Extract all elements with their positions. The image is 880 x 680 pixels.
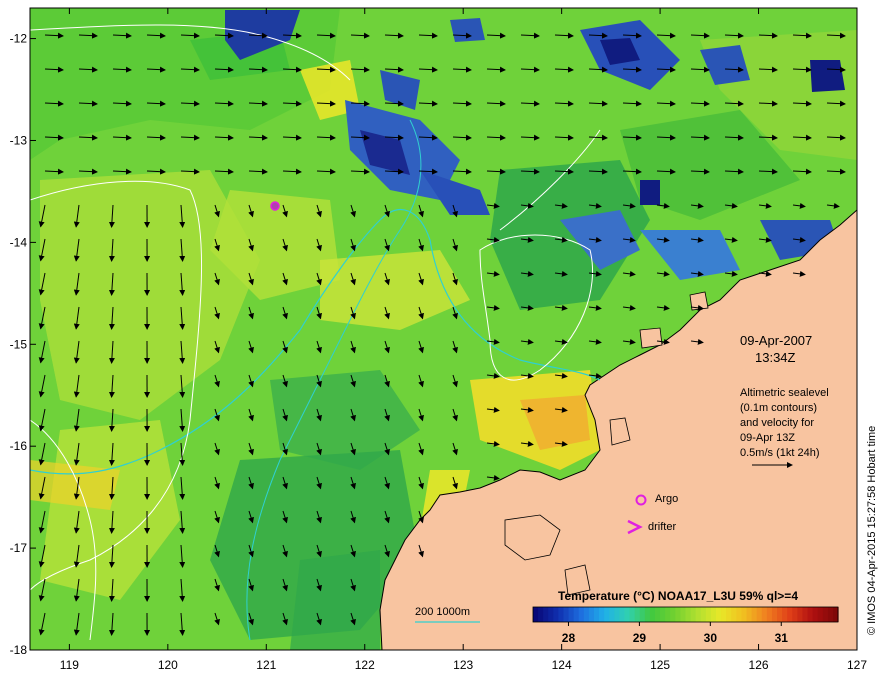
colorbar-segment	[538, 607, 544, 622]
lon-tick-label: 127	[847, 658, 867, 672]
info-line-2: (0.1m contours)	[740, 402, 817, 414]
colorbar-segment	[599, 607, 605, 622]
colorbar-segment	[563, 607, 570, 622]
bathy-legend-label: 200 1000m	[415, 606, 470, 618]
lat-tick-label: -14	[10, 235, 28, 249]
colorbar-tick-label: 30	[704, 631, 718, 645]
colorbar-segment	[629, 607, 636, 622]
colorbar-segment	[568, 607, 575, 622]
colorbar-segment	[716, 607, 722, 622]
lon-tick-label: 126	[749, 658, 769, 672]
info-line-3: and velocity for	[740, 417, 814, 429]
lat-tick-label: -18	[10, 643, 28, 657]
colorbar-segment	[634, 607, 641, 622]
date-label: 09-Apr-2007	[740, 333, 812, 348]
colorbar-segment	[685, 607, 692, 622]
colorbar-segment	[777, 607, 783, 622]
credit-text: © IMOS 04-Apr-2015 15:27:58 Hobart time	[866, 426, 878, 635]
drifter-legend-label: drifter	[648, 521, 676, 533]
argo-float-marker[interactable]	[270, 201, 280, 211]
plot-area	[30, 8, 857, 650]
colorbar-segment	[578, 607, 585, 622]
colorbar-segment	[583, 607, 590, 622]
colorbar-segment	[639, 607, 646, 622]
colorbar-segment	[644, 607, 651, 622]
lon-tick-label: 122	[355, 658, 375, 672]
colorbar-segment	[746, 607, 753, 622]
colorbar-segment	[812, 607, 819, 622]
colorbar-segment	[675, 607, 682, 622]
colorbar-segment	[761, 607, 768, 622]
colorbar-segment	[782, 607, 788, 622]
argo-legend-label: Argo	[655, 493, 678, 505]
colorbar-segment	[665, 607, 671, 622]
colorbar-segment	[558, 607, 565, 622]
colorbar-segment	[594, 607, 600, 622]
colorbar-segment	[543, 607, 549, 622]
info-line-1: Altimetric sealevel	[740, 387, 829, 399]
colorbar-segment	[756, 607, 763, 622]
colorbar-segment	[700, 607, 707, 622]
colorbar-segment	[817, 607, 824, 622]
colorbar-segment	[690, 607, 697, 622]
colorbar-segment	[766, 607, 773, 622]
colorbar-segment	[736, 607, 743, 622]
colorbar-tick-label: 29	[633, 631, 647, 645]
colorbar-segment	[787, 607, 793, 622]
colorbar-segment	[827, 607, 834, 622]
lat-tick-label: -13	[10, 133, 28, 147]
colorbar-segment	[731, 607, 737, 622]
colorbar-segment	[619, 607, 626, 622]
colorbar-tick-label: 31	[775, 631, 789, 645]
colorbar-segment	[588, 607, 595, 622]
info-line-5: 0.5m/s (1kt 24h)	[740, 447, 819, 459]
lat-tick-label: -12	[10, 32, 28, 46]
colorbar-segment	[548, 607, 554, 622]
colorbar-segment	[609, 607, 615, 622]
colorbar-segment	[822, 607, 829, 622]
colorbar-title: Temperature (°C) NOAA17_L3U 59% ql>=4	[558, 589, 798, 603]
lon-tick-label: 125	[650, 658, 670, 672]
colorbar-segment	[604, 607, 610, 622]
colorbar-gradient	[533, 607, 839, 622]
colorbar-segment	[802, 607, 809, 622]
colorbar-segment	[797, 607, 804, 622]
lon-tick-label: 119	[60, 658, 79, 672]
colorbar-segment	[655, 607, 661, 622]
colorbar-segment	[670, 607, 676, 622]
lat-tick-label: -15	[10, 337, 28, 351]
colorbar-segment	[660, 607, 666, 622]
colorbar-segment	[553, 607, 560, 622]
colorbar-segment	[614, 607, 621, 622]
lat-tick-label: -16	[10, 439, 28, 453]
colorbar-segment	[741, 607, 748, 622]
colorbar-segment	[695, 607, 702, 622]
colorbar-segment	[726, 607, 732, 622]
lon-tick-label: 120	[158, 658, 178, 672]
time-label: 13:34Z	[755, 350, 796, 365]
lon-tick-label: 124	[552, 658, 572, 672]
info-line-4: 09-Apr 13Z	[740, 432, 795, 444]
colorbar-segment	[705, 607, 712, 622]
colorbar-segment	[807, 607, 814, 622]
lat-tick-label: -17	[10, 541, 28, 555]
colorbar-segment	[649, 607, 656, 622]
colorbar-segment	[751, 607, 758, 622]
lon-tick-label: 121	[256, 658, 276, 672]
colorbar-segment	[533, 607, 539, 622]
colorbar-tick-label: 28	[562, 631, 576, 645]
colorbar-segment	[771, 607, 778, 622]
colorbar-segment	[573, 607, 580, 622]
sst-map: 119 120 121 122 123 124 125 126 127 -12 -13 -14 -15…	[10, 7, 878, 672]
colorbar-segment	[721, 607, 727, 622]
lon-tick-label: 123	[453, 658, 473, 672]
colorbar-segment	[624, 607, 631, 622]
colorbar-segment	[710, 607, 717, 622]
colorbar-segment	[792, 607, 798, 622]
colorbar-segment	[680, 607, 687, 622]
